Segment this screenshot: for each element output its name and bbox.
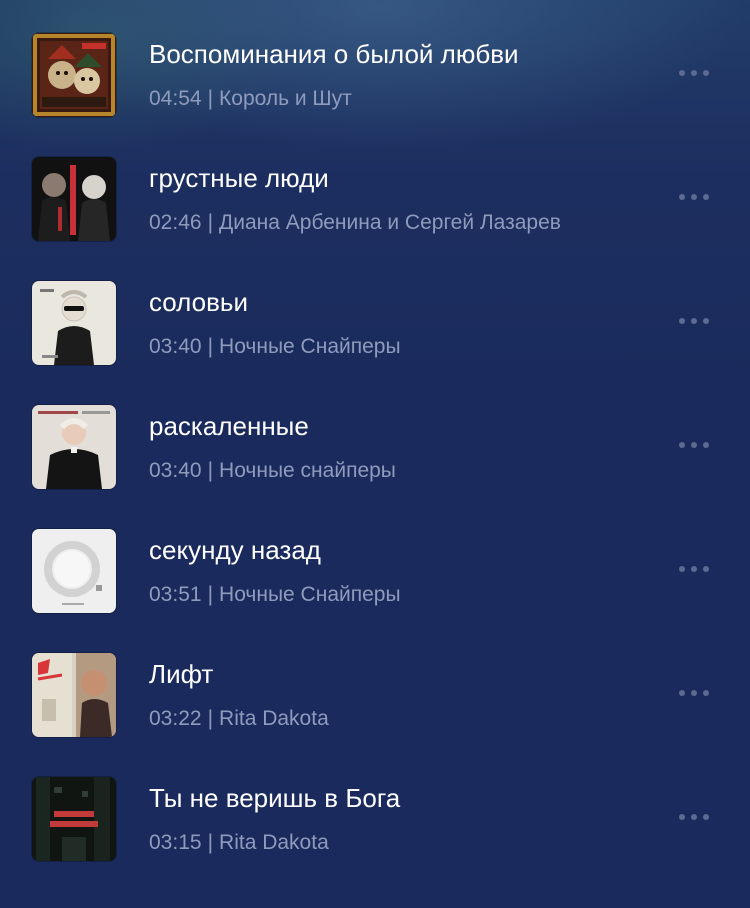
track-duration: 02:46 xyxy=(149,211,202,234)
track-list: Воспоминания о былой любви 04:54 | Король … xyxy=(0,0,750,908)
album-cover-icon xyxy=(32,281,116,365)
track-row[interactable]: грустные люди 02:46 | Диана Арбенина и Сер… xyxy=(0,124,750,248)
track-duration: 04:54 xyxy=(149,87,202,110)
meta-separator: | xyxy=(207,583,214,606)
track-artist: Ночные Снайперы xyxy=(219,583,401,606)
album-cover-icon xyxy=(32,33,116,117)
album-cover-icon xyxy=(32,405,116,489)
meta-separator: | xyxy=(207,87,214,110)
track-row[interactable]: Воспоминания о былой любви 04:54 | Король … xyxy=(0,0,750,124)
track-row[interactable]: Ты не веришь в Бога 03:15 | Rita Dakota xyxy=(0,744,750,868)
track-meta: 03:15 | Rita Dakota xyxy=(149,830,329,856)
track-artist: Rita Dakota xyxy=(219,707,329,730)
album-cover-icon xyxy=(32,653,116,737)
track-meta: 03:40 | Ночные снайперы xyxy=(149,458,396,484)
track-duration: 03:40 xyxy=(149,335,202,358)
meta-separator: | xyxy=(207,211,214,234)
track-title: Ты не веришь в Бога xyxy=(149,783,401,813)
track-title: раскаленные xyxy=(149,411,309,441)
track-title: соловьи xyxy=(149,287,248,317)
track-artist: Ночные снайперы xyxy=(219,459,396,482)
track-title: Лифт xyxy=(149,659,214,689)
track-meta: 03:22 | Rita Dakota xyxy=(149,706,329,732)
track-meta: 03:51 | Ночные Снайперы xyxy=(149,582,401,608)
album-cover-icon xyxy=(32,529,116,613)
meta-separator: | xyxy=(207,459,214,482)
track-title: Воспоминания о былой любви xyxy=(149,39,519,69)
more-horizontal-icon[interactable] xyxy=(668,430,720,460)
track-duration: 03:51 xyxy=(149,583,202,606)
track-row[interactable]: раскаленные 03:40 | Ночные снайперы xyxy=(0,372,750,496)
meta-separator: | xyxy=(207,831,214,854)
more-horizontal-icon[interactable] xyxy=(668,678,720,708)
meta-separator: | xyxy=(207,707,214,730)
track-meta: 04:54 | Король и Шут xyxy=(149,86,352,112)
track-meta: 02:46 | Диана Арбенина и Сергей Лазарев xyxy=(149,210,561,236)
track-artist: Rita Dakota xyxy=(219,831,329,854)
track-artist: Диана Арбенина и Сергей Лазарев xyxy=(219,211,561,234)
more-horizontal-icon[interactable] xyxy=(668,554,720,584)
track-meta: 03:40 | Ночные Снайперы xyxy=(149,334,401,360)
track-title: грустные люди xyxy=(149,163,329,193)
meta-separator: | xyxy=(207,335,214,358)
track-duration: 03:40 xyxy=(149,459,202,482)
track-title: секунду назад xyxy=(149,535,321,565)
track-duration: 03:22 xyxy=(149,707,202,730)
more-horizontal-icon[interactable] xyxy=(668,306,720,336)
album-cover-icon xyxy=(32,777,116,861)
track-artist: Ночные Снайперы xyxy=(219,335,401,358)
track-row[interactable]: соловьи 03:40 | Ночные Снайперы xyxy=(0,248,750,372)
more-horizontal-icon[interactable] xyxy=(668,182,720,212)
track-row[interactable]: Лифт 03:22 | Rita Dakota xyxy=(0,620,750,744)
track-row[interactable]: секунду назад 03:51 | Ночные Снайперы xyxy=(0,496,750,620)
album-cover-icon xyxy=(32,157,116,241)
more-horizontal-icon[interactable] xyxy=(668,58,720,88)
track-duration: 03:15 xyxy=(149,831,202,854)
more-horizontal-icon[interactable] xyxy=(668,802,720,832)
track-artist: Король и Шут xyxy=(219,87,352,110)
